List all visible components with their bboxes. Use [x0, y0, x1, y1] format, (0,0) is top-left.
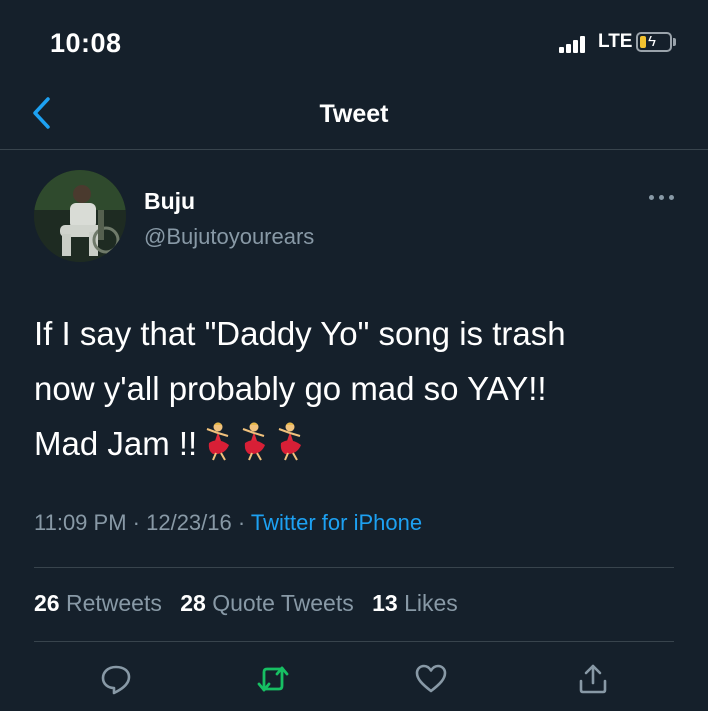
retweets-label: Retweets [65, 590, 162, 616]
tweet-source-link[interactable]: Twitter for iPhone [251, 510, 422, 535]
tweet-line: now y'all probably go mad so YAY!! [34, 370, 547, 407]
retweet-icon[interactable] [256, 662, 290, 696]
tweet-stats: 26 Retweets 28 Quote Tweets 13 Likes [34, 590, 470, 617]
share-icon[interactable] [576, 662, 610, 696]
signal-icon [559, 35, 591, 53]
likes-count: 13 [372, 590, 398, 616]
tweet-line: If I say that "Daddy Yo" song is trash [34, 315, 566, 352]
battery-icon: ϟ [636, 32, 672, 52]
divider [34, 641, 674, 642]
tweet-time: 11:09 PM [34, 510, 127, 535]
dancer-emoji [242, 422, 266, 461]
meta-separator: · [126, 510, 147, 535]
reply-icon[interactable] [99, 662, 133, 696]
retweets-count: 26 [34, 590, 60, 616]
battery-cap [673, 38, 676, 46]
avatar[interactable] [34, 170, 126, 262]
tweet-meta: 11:09 PM · 12/23/16 · Twitter for iPhone [34, 510, 422, 536]
author-handle[interactable]: @Bujutoyourears [144, 224, 314, 250]
more-icon[interactable] [648, 190, 676, 204]
divider [34, 567, 674, 568]
dancer-emoji [278, 422, 302, 461]
action-bar [0, 658, 708, 708]
tweet-line: Mad Jam !! [34, 425, 198, 462]
tweet-date: 12/23/16 [146, 510, 232, 535]
likes-stat[interactable]: 13 Likes [372, 590, 458, 616]
status-time: 10:08 [50, 28, 122, 58]
quotes-count: 28 [180, 590, 206, 616]
quotes-label: Quote Tweets [212, 590, 354, 616]
status-bar: 10:08 LTE ϟ [0, 0, 708, 80]
quote-tweets-stat[interactable]: 28 Quote Tweets [180, 590, 353, 616]
page-title: Tweet [319, 100, 389, 128]
dancer-emoji [206, 422, 230, 461]
likes-label: Likes [404, 590, 458, 616]
meta-separator: · [231, 510, 251, 535]
author-name[interactable]: Buju [144, 188, 195, 215]
tweet-text: If I say that "Daddy Yo" song is trash n… [34, 306, 674, 471]
nav-bar: Tweet [0, 80, 708, 150]
retweets-stat[interactable]: 26 Retweets [34, 590, 162, 616]
like-icon[interactable] [414, 662, 448, 696]
network-label: LTE [598, 31, 633, 52]
